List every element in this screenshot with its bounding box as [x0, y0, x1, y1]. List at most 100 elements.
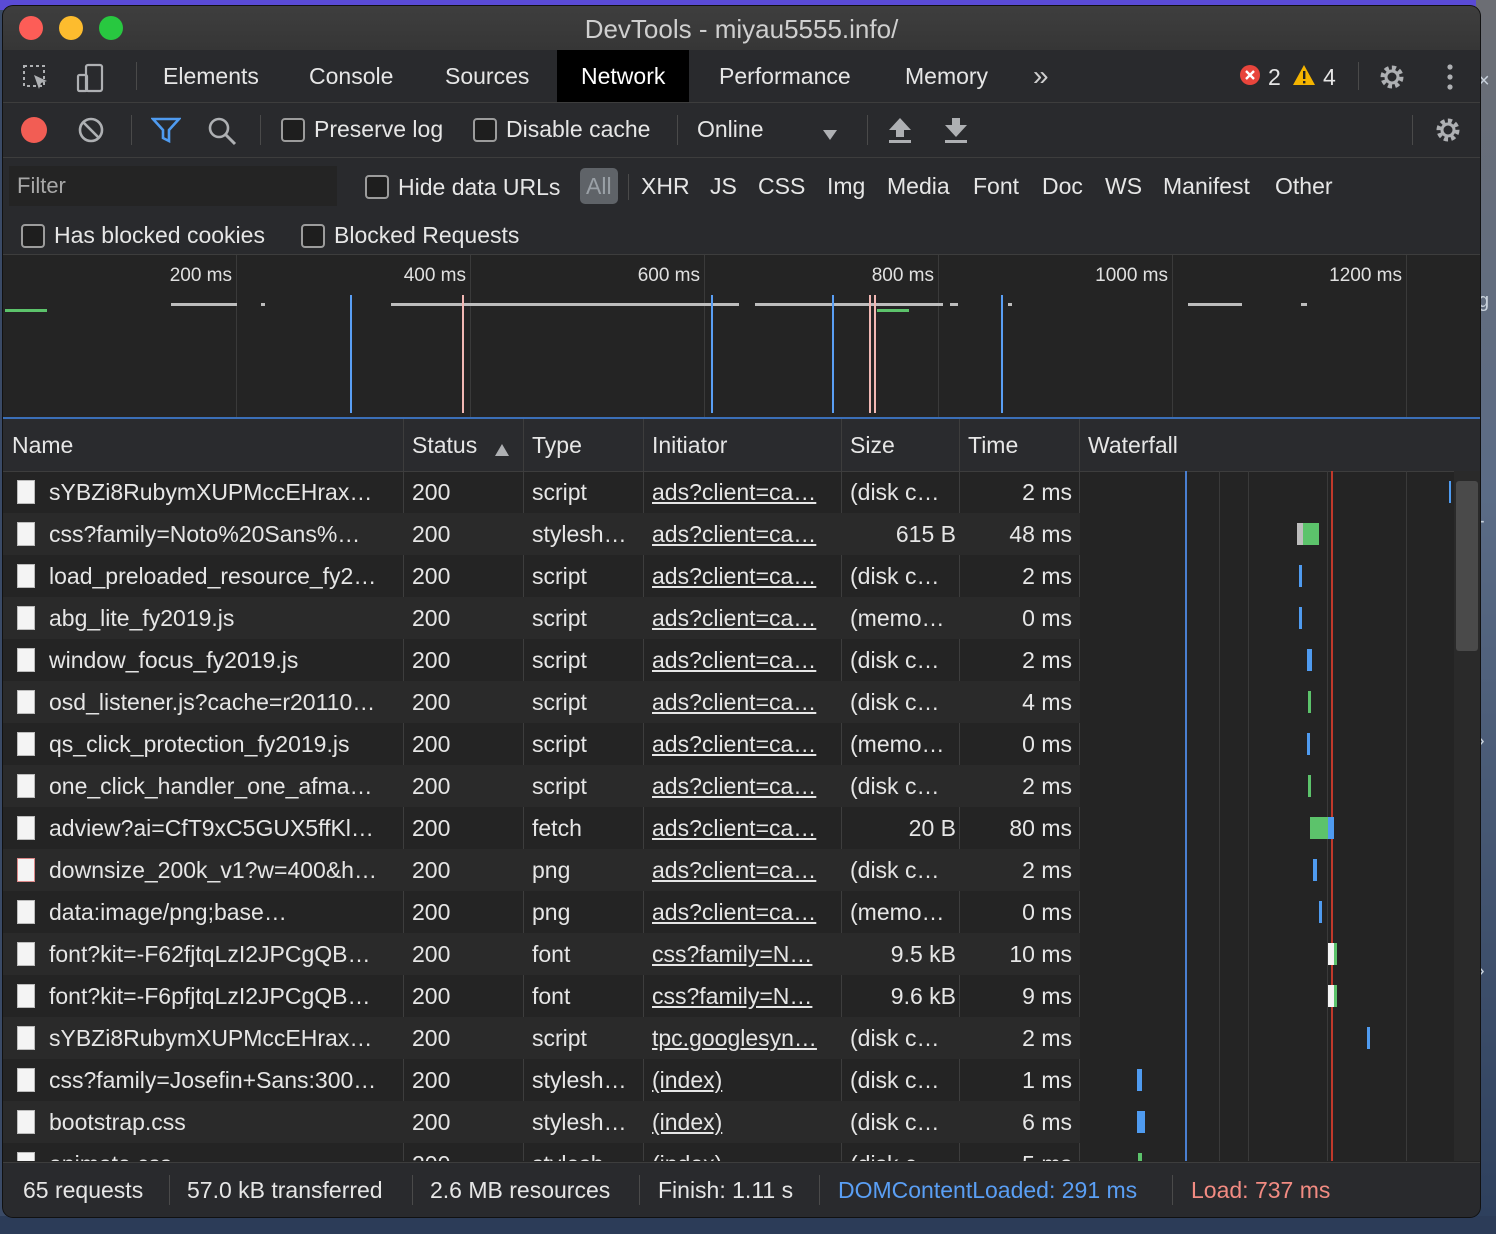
column-waterfall[interactable]: Waterfall — [1079, 419, 1454, 471]
network-overview[interactable]: 200 ms 400 ms 600 ms 800 ms 1000 ms 1200… — [3, 255, 1480, 419]
cell-initiator[interactable]: css?family=N… — [652, 975, 838, 1017]
throttling-select[interactable]: Online — [697, 116, 763, 143]
waterfall-bar[interactable] — [1328, 817, 1334, 839]
filter-type-img[interactable]: Img — [827, 168, 865, 204]
more-tabs-icon[interactable]: » — [1033, 62, 1049, 90]
filter-type-css[interactable]: CSS — [758, 168, 805, 204]
waterfall-bar[interactable] — [1367, 1027, 1370, 1049]
hide-data-urls-checkbox[interactable] — [365, 175, 389, 199]
table-row[interactable]: css?family=Josefin+Sans:300… 200 stylesh… (… — [3, 1059, 1080, 1101]
disable-cache-label[interactable]: Disable cache — [506, 116, 650, 143]
waterfall-bar[interactable] — [1138, 1153, 1142, 1161]
hide-data-urls-label[interactable]: Hide data URLs — [398, 174, 560, 201]
filter-icon[interactable] — [150, 117, 182, 147]
cell-initiator[interactable]: ads?client=ca… — [652, 849, 838, 891]
table-row[interactable]: bootstrap.css 200 stylesh… (index) (disk c… 6… — [3, 1101, 1080, 1143]
table-row[interactable]: animate.css 200 stylesh… (index) (disk c… 5 m… — [3, 1143, 1080, 1161]
waterfall-bar[interactable] — [1299, 607, 1302, 629]
waterfall-bar[interactable] — [1307, 733, 1310, 755]
warning-count[interactable]: 4 — [1323, 64, 1336, 91]
preserve-log-checkbox[interactable] — [281, 118, 305, 142]
cell-initiator[interactable]: ads?client=ca… — [652, 891, 838, 933]
clear-icon[interactable] — [77, 116, 105, 148]
table-scrollbar-thumb[interactable] — [1456, 481, 1478, 651]
cell-initiator[interactable]: ads?client=ca… — [652, 597, 838, 639]
cell-initiator[interactable]: ads?client=ca… — [652, 807, 838, 849]
error-icon[interactable] — [1239, 64, 1261, 90]
table-row[interactable]: sYBZi8RubymXUPMccEHrax… 200 script ads?clie… — [3, 471, 1080, 513]
table-row[interactable]: data:image/png;base… 200 png ads?client=ca…… — [3, 891, 1080, 933]
filter-type-ws[interactable]: WS — [1105, 168, 1142, 204]
table-row[interactable]: adview?ai=CfT9xC5GUX5ffKl… 200 fetch ads?cl… — [3, 807, 1080, 849]
column-name[interactable]: Name — [3, 419, 403, 471]
column-initiator[interactable]: Initiator — [643, 419, 841, 471]
table-row[interactable]: one_click_handler_one_afma… 200 script ads?… — [3, 765, 1080, 807]
cell-initiator[interactable]: ads?client=ca… — [652, 765, 838, 807]
dropdown-arrow-icon[interactable] — [821, 120, 839, 146]
network-settings-icon[interactable] — [1433, 115, 1463, 149]
tab-performance[interactable]: Performance — [695, 50, 875, 102]
waterfall-bar[interactable] — [1308, 691, 1311, 713]
waterfall-bar[interactable] — [1334, 943, 1337, 965]
tab-console[interactable]: Console — [285, 50, 417, 102]
record-icon[interactable] — [21, 117, 47, 143]
filter-type-manifest[interactable]: Manifest — [1163, 168, 1250, 204]
cell-initiator[interactable]: css?family=N… — [652, 933, 838, 975]
waterfall-bar[interactable] — [1310, 817, 1328, 839]
cell-initiator[interactable]: ads?client=ca… — [652, 723, 838, 765]
device-toggle-icon[interactable] — [75, 62, 107, 98]
filter-type-media[interactable]: Media — [887, 168, 950, 204]
table-row[interactable]: font?kit=-F62fjtqLzI2JPCgQB… 200 font css?f… — [3, 933, 1080, 975]
kebab-menu-icon[interactable] — [1445, 62, 1455, 96]
table-row[interactable]: load_preloaded_resource_fy2… 200 script ads… — [3, 555, 1080, 597]
column-size[interactable]: Size — [841, 419, 959, 471]
table-row[interactable]: osd_listener.js?cache=r20110… 200 script ad… — [3, 681, 1080, 723]
error-count[interactable]: 2 — [1268, 64, 1281, 91]
waterfall-bar[interactable] — [1137, 1069, 1142, 1091]
blocked-requests-checkbox[interactable] — [301, 224, 325, 248]
waterfall-bar[interactable] — [1449, 481, 1451, 503]
cell-initiator[interactable]: ads?client=ca… — [652, 681, 838, 723]
filter-type-js[interactable]: JS — [710, 168, 737, 204]
cell-initiator[interactable]: ads?client=ca… — [652, 639, 838, 681]
cell-initiator[interactable]: (index) — [652, 1059, 838, 1101]
inspect-icon[interactable] — [21, 63, 51, 97]
waterfall-bar[interactable] — [1303, 523, 1319, 545]
filter-type-xhr[interactable]: XHR — [641, 168, 690, 204]
blocked-requests-label[interactable]: Blocked Requests — [334, 222, 519, 249]
cell-initiator[interactable]: ads?client=ca… — [652, 513, 838, 555]
table-row[interactable]: downsize_200k_v1?w=400&h… 200 png ads?clien… — [3, 849, 1080, 891]
column-type[interactable]: Type — [523, 419, 643, 471]
table-row[interactable]: font?kit=-F6pfjtqLzI2JPCgQB… 200 font css?f… — [3, 975, 1080, 1017]
cell-initiator[interactable]: (index) — [652, 1143, 838, 1161]
column-time[interactable]: Time — [959, 419, 1079, 471]
waterfall-bar[interactable] — [1307, 649, 1312, 671]
settings-icon[interactable] — [1377, 62, 1407, 96]
table-row[interactable]: sYBZi8RubymXUPMccEHrax… 200 script tpc.goog… — [3, 1017, 1080, 1059]
upload-icon[interactable] — [887, 116, 913, 148]
preserve-log-label[interactable]: Preserve log — [314, 116, 443, 143]
waterfall-bar[interactable] — [1319, 901, 1322, 923]
filter-input[interactable]: Filter — [9, 166, 337, 206]
tab-sources[interactable]: Sources — [421, 50, 553, 102]
waterfall-bar[interactable] — [1308, 775, 1311, 797]
waterfall-bar[interactable] — [1334, 985, 1337, 1007]
table-row[interactable]: css?family=Noto%20Sans%… 200 stylesh… ads?c… — [3, 513, 1080, 555]
waterfall-bar[interactable] — [1137, 1111, 1145, 1133]
table-row[interactable]: window_focus_fy2019.js 200 script ads?clien… — [3, 639, 1080, 681]
waterfall-bar[interactable] — [1313, 859, 1317, 881]
search-icon[interactable] — [207, 116, 237, 150]
filter-type-other[interactable]: Other — [1275, 168, 1333, 204]
filter-type-font[interactable]: Font — [973, 168, 1019, 204]
cell-initiator[interactable]: ads?client=ca… — [652, 555, 838, 597]
warning-icon[interactable] — [1292, 64, 1316, 90]
tab-elements[interactable]: Elements — [139, 50, 283, 102]
table-row[interactable]: qs_click_protection_fy2019.js 200 script ad… — [3, 723, 1080, 765]
cell-initiator[interactable]: ads?client=ca… — [652, 471, 838, 513]
has-blocked-cookies-label[interactable]: Has blocked cookies — [54, 222, 265, 249]
tab-memory[interactable]: Memory — [881, 50, 1012, 102]
has-blocked-cookies-checkbox[interactable] — [21, 224, 45, 248]
filter-type-doc[interactable]: Doc — [1042, 168, 1083, 204]
cell-initiator[interactable]: tpc.googlesyn… — [652, 1017, 838, 1059]
waterfall-bar[interactable] — [1299, 565, 1302, 587]
